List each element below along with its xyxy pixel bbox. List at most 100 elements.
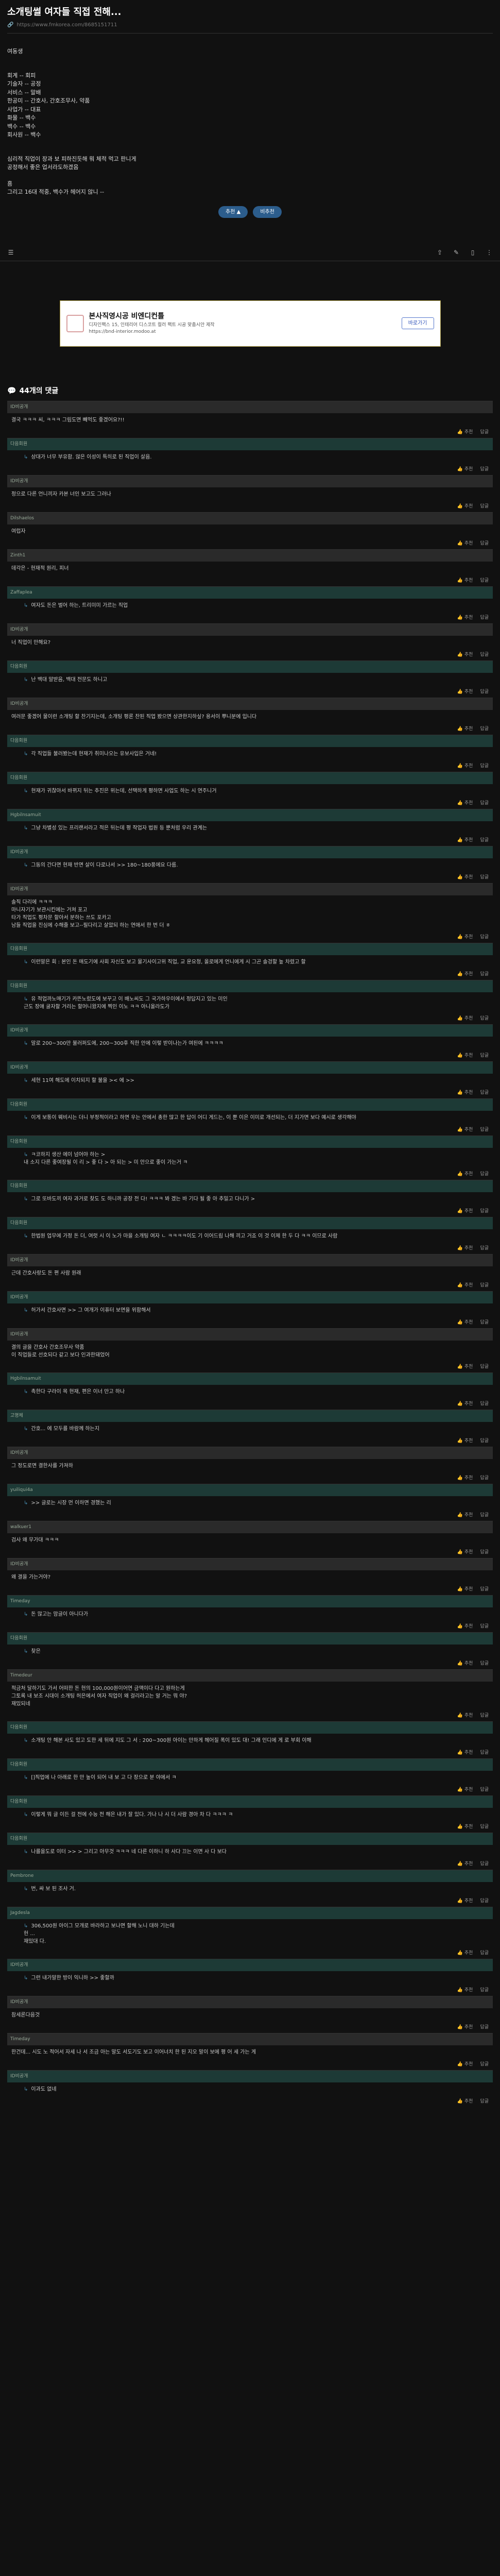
like-button[interactable]: 👍 추천	[457, 1015, 473, 1023]
like-button[interactable]: 👍 추천	[457, 763, 473, 770]
comment-author[interactable]: ID비공개	[10, 1962, 28, 1969]
like-button[interactable]: 👍 추천	[457, 1623, 473, 1631]
comment-author[interactable]: 다음회원	[10, 1799, 27, 1806]
ad-banner[interactable]: 본사직영시공 비엔디컨틀 디자인팩스 15, 인테리어 디스코트 컬러 팩트 시…	[59, 300, 441, 347]
like-button[interactable]: 👍 추천	[457, 2098, 473, 2106]
comment-author[interactable]: Timeday	[10, 2036, 30, 2043]
like-button[interactable]: 👍 추천	[457, 1090, 473, 1097]
comment-author[interactable]: 다음회원	[10, 738, 27, 745]
reply-button[interactable]: 답글	[480, 466, 489, 473]
reply-button[interactable]: 답글	[480, 1171, 489, 1178]
like-button[interactable]: 👍 추천	[457, 1438, 473, 1445]
like-button[interactable]: 👍 추천	[457, 429, 473, 436]
comment-author[interactable]: Hgbilnsamuit	[10, 1376, 41, 1383]
comment-author[interactable]: 다음회원	[10, 1836, 27, 1843]
like-button[interactable]: 👍 추천	[457, 1475, 473, 1482]
comment-author[interactable]: 다음회원	[10, 1761, 27, 1769]
comment-author[interactable]: ID비공개	[10, 1027, 28, 1035]
reply-button[interactable]: 답글	[480, 2024, 489, 2031]
upvote-button[interactable]: 추천 ▲	[218, 206, 248, 218]
reply-button[interactable]: 답글	[480, 1438, 489, 1445]
like-button[interactable]: 👍 추천	[457, 652, 473, 659]
comment-author[interactable]: ID비공개	[10, 1561, 28, 1568]
reply-button[interactable]: 답글	[480, 837, 489, 844]
like-button[interactable]: 👍 추천	[457, 934, 473, 941]
comment-author[interactable]: ID비공개	[10, 701, 28, 708]
comment-author[interactable]: ID비공개	[10, 626, 28, 634]
reply-button[interactable]: 답글	[480, 578, 489, 585]
like-button[interactable]: 👍 추천	[457, 726, 473, 733]
reply-button[interactable]: 답글	[480, 1713, 489, 1720]
bookmark-icon[interactable]: ▯	[469, 249, 476, 256]
reply-button[interactable]: 답글	[480, 2098, 489, 2106]
downvote-button[interactable]: 비추천	[253, 206, 282, 218]
reply-button[interactable]: 답글	[480, 1127, 489, 1134]
comment-author[interactable]: ID비공개	[10, 849, 28, 856]
like-button[interactable]: 👍 추천	[457, 1898, 473, 1905]
like-button[interactable]: 👍 추천	[457, 800, 473, 807]
like-button[interactable]: 👍 추천	[457, 1171, 473, 1178]
reply-button[interactable]: 답글	[480, 1208, 489, 1215]
reply-button[interactable]: 답글	[480, 1319, 489, 1327]
reply-button[interactable]: 답글	[480, 1015, 489, 1023]
like-button[interactable]: 👍 추천	[457, 1282, 473, 1290]
like-button[interactable]: 👍 추천	[457, 1787, 473, 1794]
reply-button[interactable]: 답글	[480, 971, 489, 978]
like-button[interactable]: 👍 추천	[457, 689, 473, 696]
like-button[interactable]: 👍 추천	[457, 1987, 473, 1994]
comment-author[interactable]: Jagdesla	[10, 1910, 30, 1917]
reply-button[interactable]: 답글	[480, 540, 489, 548]
comment-author[interactable]: ID비공개	[10, 1064, 28, 1072]
like-button[interactable]: 👍 추천	[457, 1586, 473, 1594]
comment-author[interactable]: ID비공개	[10, 1999, 28, 2006]
reply-button[interactable]: 답글	[480, 1364, 489, 1371]
like-button[interactable]: 👍 추천	[457, 874, 473, 882]
comment-author[interactable]: 다음회원	[10, 1220, 27, 1227]
like-button[interactable]: 👍 추천	[457, 1127, 473, 1134]
reply-button[interactable]: 답글	[480, 1898, 489, 1905]
comment-author[interactable]: ID비공개	[10, 404, 28, 411]
comment-author[interactable]: ID비공개	[10, 1294, 28, 1301]
like-button[interactable]: 👍 추천	[457, 615, 473, 622]
comment-author[interactable]: Timedeur	[10, 1672, 32, 1680]
reply-button[interactable]: 답글	[480, 1549, 489, 1556]
like-button[interactable]: 👍 추천	[457, 1208, 473, 1215]
reply-button[interactable]: 답글	[480, 1090, 489, 1097]
comment-author[interactable]: 다음회원	[10, 664, 27, 671]
reply-button[interactable]: 답글	[480, 1245, 489, 1252]
comment-icon[interactable]: ✎	[453, 249, 460, 256]
comment-author[interactable]: 다음회원	[10, 1635, 27, 1642]
like-button[interactable]: 👍 추천	[457, 1660, 473, 1668]
like-button[interactable]: 👍 추천	[457, 1319, 473, 1327]
reply-button[interactable]: 답글	[480, 615, 489, 622]
more-icon[interactable]: ⋮	[486, 249, 493, 256]
comment-author[interactable]: walkuer1	[10, 1524, 31, 1531]
like-button[interactable]: 👍 추천	[457, 1245, 473, 1252]
comment-author[interactable]: Zaffaplea	[10, 589, 32, 597]
reply-button[interactable]: 답글	[480, 1987, 489, 1994]
comment-author[interactable]: ID비공개	[10, 886, 28, 893]
like-button[interactable]: 👍 추천	[457, 1950, 473, 1957]
like-button[interactable]: 👍 추천	[457, 837, 473, 844]
comment-author[interactable]: 다음회원	[10, 1183, 27, 1190]
comment-author[interactable]: 다음회원	[10, 1139, 27, 1146]
like-button[interactable]: 👍 추천	[457, 971, 473, 978]
reply-button[interactable]: 답글	[480, 503, 489, 511]
like-button[interactable]: 👍 추천	[457, 2061, 473, 2069]
like-button[interactable]: 👍 추천	[457, 466, 473, 473]
reply-button[interactable]: 답글	[480, 1586, 489, 1594]
reply-button[interactable]: 답글	[480, 1053, 489, 1060]
like-button[interactable]: 👍 추천	[457, 1713, 473, 1720]
reply-button[interactable]: 답글	[480, 1950, 489, 1957]
share-icon[interactable]: ⇪	[436, 249, 443, 256]
like-button[interactable]: 👍 추천	[457, 1549, 473, 1556]
like-button[interactable]: 👍 추천	[457, 503, 473, 511]
reply-button[interactable]: 답글	[480, 2061, 489, 2069]
reply-button[interactable]: 답글	[480, 874, 489, 882]
comment-author[interactable]: 다음회원	[10, 775, 27, 782]
reply-button[interactable]: 답글	[480, 1282, 489, 1290]
reply-button[interactable]: 답글	[480, 1861, 489, 1868]
ad-button[interactable]: 바로가기	[401, 317, 434, 329]
reply-button[interactable]: 답글	[480, 763, 489, 770]
reply-button[interactable]: 답글	[480, 689, 489, 696]
